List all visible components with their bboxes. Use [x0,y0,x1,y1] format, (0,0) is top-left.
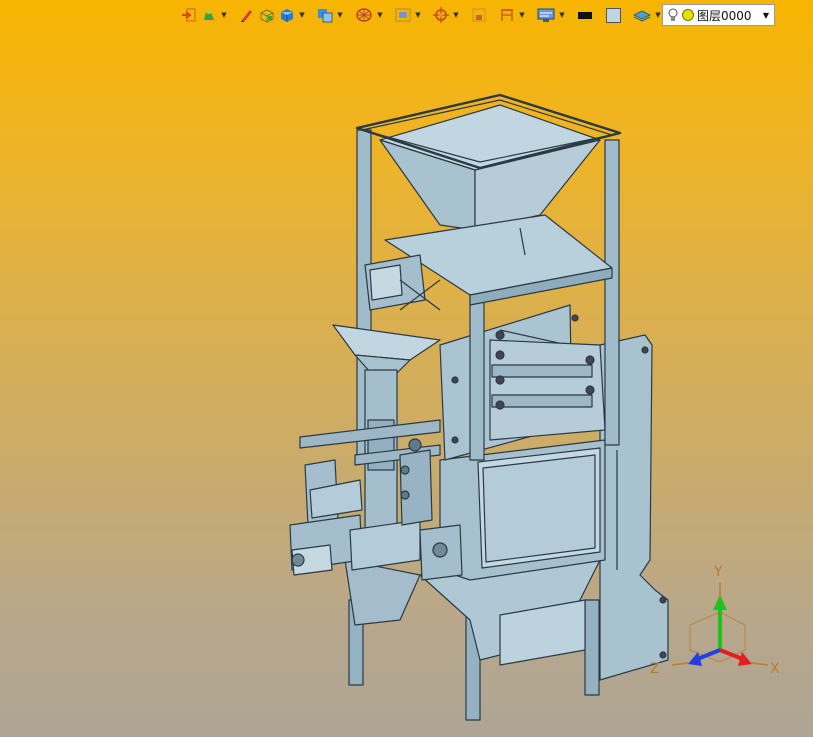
display-dropdown-arrow[interactable]: ▼ [558,11,566,19]
axis-x-label: X [770,661,780,677]
packaging-machine-model[interactable]: Y X Z [0,0,813,737]
cube-icon [281,9,293,22]
dimension-dropdown-arrow[interactable]: ▼ [518,11,526,19]
display-button[interactable] [536,5,556,25]
view-frame-button[interactable] [394,5,412,25]
line-color-black-button[interactable] [576,5,594,25]
layers-button[interactable] [632,5,652,25]
layer-selector[interactable]: 图层0000 ▼ [662,4,775,26]
shaded-view-dropdown-arrow[interactable]: ▼ [336,11,344,19]
layer-color-dot-icon [682,9,694,21]
pencil-button[interactable] [238,5,256,25]
display-icon [537,8,555,22]
exit-sketch-icon [182,8,196,22]
black-swatch [578,11,592,19]
model-viewport[interactable]: Y X Z [0,0,813,737]
layer-name: 图层0000 [697,8,752,23]
panel-button[interactable] [470,5,488,25]
layer-dropdown-arrow[interactable]: ▼ [758,11,774,20]
view-frame-dropdown-arrow[interactable]: ▼ [414,11,422,19]
axis-z-label: Z [650,661,660,677]
wheel-icon [356,8,372,22]
extrude-button[interactable] [200,5,218,25]
box-solid-button[interactable] [258,5,276,25]
wheel-button[interactable] [354,5,374,25]
pencil-icon [241,10,252,22]
box-solid-icon [260,9,274,23]
coordinate-triad[interactable]: Y X Z [650,564,780,677]
dimension-button[interactable] [498,5,516,25]
target-icon [433,7,449,23]
panel-icon [472,8,486,22]
extrude-dropdown-arrow[interactable]: ▼ [220,11,228,19]
cube-button[interactable] [278,5,296,25]
light-blue-swatch [605,7,621,23]
axis-y-label: Y [713,564,723,580]
layers-icon [633,10,651,22]
target-button[interactable] [432,5,450,25]
view-toolbar: ▼ ▼ ▼ ▼ ▼ ▼ ▼ ▼ ▼ [180,4,662,26]
dimension-icon [501,9,513,21]
lightbulb-icon [668,8,678,21]
cube-dropdown-arrow[interactable]: ▼ [298,11,306,19]
shaded-view-button[interactable] [316,5,334,25]
layers-dropdown-arrow[interactable]: ▼ [654,11,662,19]
view-frame-icon [395,8,411,22]
target-dropdown-arrow[interactable]: ▼ [452,11,460,19]
wheel-dropdown-arrow[interactable]: ▼ [376,11,384,19]
extrude-icon [204,8,214,20]
cube-shaded-icon [318,9,333,23]
fill-color-button[interactable] [604,5,622,25]
exit-sketch-button[interactable] [180,5,198,25]
